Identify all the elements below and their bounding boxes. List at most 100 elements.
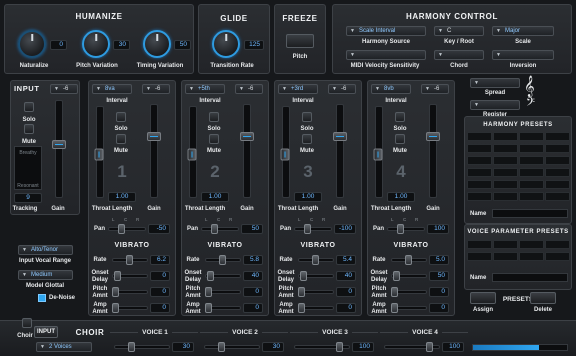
voice-4-rate-thumb[interactable] [405, 255, 412, 265]
harmony-preset-slot[interactable] [545, 144, 570, 153]
model-glottal-dropdown[interactable]: Medium [18, 270, 73, 280]
input-gain-fader[interactable] [52, 140, 66, 149]
voice-4-pan-value[interactable]: 100 [427, 224, 449, 234]
voice-preset-name-field[interactable] [492, 273, 568, 282]
voice-3-throat-value[interactable]: 1.00 [294, 192, 322, 202]
voice-preset-slot[interactable] [545, 240, 570, 249]
timing-variation-value[interactable]: 50 [174, 40, 191, 50]
voice-4-gain-fader[interactable] [426, 132, 440, 141]
footer-voice-1-slider[interactable] [114, 345, 170, 349]
voice-4-onset-thumb[interactable] [393, 271, 400, 281]
voice-4-solo-button[interactable] [395, 112, 405, 122]
naturalize-value[interactable]: 0 [50, 40, 67, 50]
harmony-preset-slot[interactable] [493, 180, 518, 189]
voice-2-gain-fader[interactable] [240, 132, 254, 141]
harmony-preset-slot[interactable] [545, 156, 570, 165]
voice-4-throat-fader[interactable] [373, 148, 383, 161]
timing-variation-knob[interactable] [143, 30, 171, 58]
voice-2-mute-button[interactable] [209, 134, 219, 144]
voice-1-gain-fader[interactable] [147, 132, 161, 141]
footer-voice-1-value[interactable]: 30 [172, 342, 194, 352]
voice-3-gain-track[interactable] [336, 104, 344, 198]
voice-1-pitch-amnt-value[interactable]: 0 [150, 287, 170, 297]
voice-2-gain-track[interactable] [243, 104, 251, 198]
voice-3-rate-value[interactable]: 5.4 [336, 255, 356, 265]
footer-voice-2-tab[interactable]: VOICE 2 [228, 329, 262, 336]
denoise-checkbox[interactable] [38, 294, 46, 302]
voice-3-pan-slider[interactable] [294, 227, 332, 231]
voice-preset-slot[interactable] [545, 252, 570, 261]
input-solo-button[interactable] [24, 102, 34, 112]
voice-2-interval-dropdown[interactable]: +5th [185, 84, 225, 94]
voice-3-interval-dropdown[interactable]: +3rd [278, 84, 318, 94]
voice-2-throat-fader[interactable] [187, 148, 197, 161]
voice-4-gain-top[interactable]: -6 [421, 84, 449, 94]
voice-4-pan-thumb[interactable] [397, 224, 404, 234]
footer-voice-3-value[interactable]: 100 [352, 342, 374, 352]
pitch-variation-knob[interactable] [82, 30, 110, 58]
voice-2-rate-value[interactable]: 5.8 [243, 255, 263, 265]
voice-2-solo-button[interactable] [209, 112, 219, 122]
footer-voice-4-thumb[interactable] [426, 342, 433, 352]
input-gain-track[interactable] [55, 100, 63, 198]
voice-1-interval-dropdown[interactable]: 8va [92, 84, 132, 94]
voice-3-gain-top[interactable]: -6 [328, 84, 356, 94]
footer-voice-2-slider[interactable] [204, 345, 260, 349]
delete-button[interactable] [530, 292, 556, 304]
input-top-value[interactable]: -6 [50, 84, 78, 94]
input-mute-button[interactable] [24, 124, 34, 134]
transition-rate-value[interactable]: 125 [244, 40, 264, 50]
scale-dropdown[interactable]: Major [492, 26, 554, 36]
harmony-preset-slot[interactable] [519, 156, 544, 165]
voice-2-amp-amnt-value[interactable]: 0 [243, 303, 263, 313]
register-dropdown[interactable] [470, 100, 520, 110]
harmony-preset-slot[interactable] [519, 180, 544, 189]
voice-1-throat-fader[interactable] [94, 148, 104, 161]
pitch-variation-value[interactable]: 30 [113, 40, 130, 50]
voice-3-onset-thumb[interactable] [300, 271, 307, 281]
voice-2-amp-amnt-thumb[interactable] [205, 303, 212, 313]
voice-3-gain-fader[interactable] [333, 132, 347, 141]
voice-1-rate-value[interactable]: 6.2 [150, 255, 170, 265]
naturalize-knob[interactable] [18, 30, 46, 58]
midi-velocity-dropdown[interactable] [346, 50, 426, 60]
harmony-preset-slot[interactable] [467, 180, 492, 189]
key-root-dropdown[interactable]: C [434, 26, 484, 36]
voice-4-throat-value[interactable]: 1.00 [387, 192, 415, 202]
master-level-meter[interactable] [472, 344, 568, 351]
voice-1-pan-value[interactable]: -50 [148, 224, 170, 234]
voice-4-pitch-amnt-value[interactable]: 0 [429, 287, 449, 297]
voice-3-amp-amnt-thumb[interactable] [298, 303, 305, 313]
voice-1-throat-value[interactable]: 1.00 [108, 192, 136, 202]
voice-4-interval-dropdown[interactable]: 8vb [371, 84, 411, 94]
voice-preset-slot[interactable] [493, 252, 518, 261]
voice-1-amp-amnt-thumb[interactable] [112, 303, 119, 313]
harmony-preset-slot[interactable] [519, 132, 544, 141]
voice-2-rate-thumb[interactable] [219, 255, 226, 265]
voice-preset-slot[interactable] [519, 240, 544, 249]
voice-preset-slot[interactable] [519, 252, 544, 261]
spread-dropdown[interactable] [470, 78, 520, 88]
voice-2-throat-value[interactable]: 1.00 [201, 192, 229, 202]
voice-3-pitch-amnt-thumb[interactable] [298, 287, 305, 297]
voice-2-pan-thumb[interactable] [211, 224, 218, 234]
harmony-preset-slot[interactable] [493, 168, 518, 177]
harmony-preset-slot[interactable] [545, 132, 570, 141]
chord-dropdown[interactable] [434, 50, 484, 60]
choir-voices-dropdown[interactable]: 2 Voices [36, 342, 92, 352]
inversion-dropdown[interactable] [492, 50, 554, 60]
harmony-preset-slot[interactable] [493, 192, 518, 201]
harmony-preset-slot[interactable] [493, 156, 518, 165]
voice-1-gain-track[interactable] [150, 104, 158, 198]
transition-rate-knob[interactable] [212, 30, 240, 58]
assign-button[interactable] [470, 292, 496, 304]
footer-voice-4-tab[interactable]: VOICE 4 [408, 329, 442, 336]
voice-2-gain-top[interactable]: -6 [235, 84, 263, 94]
harmony-preset-slot[interactable] [467, 132, 492, 141]
harmony-preset-slot[interactable] [545, 168, 570, 177]
voice-1-amp-amnt-value[interactable]: 0 [150, 303, 170, 313]
harmony-preset-slot[interactable] [467, 192, 492, 201]
tracking-value[interactable]: 9 [14, 193, 42, 203]
harmony-preset-slot[interactable] [519, 144, 544, 153]
voice-4-gain-track[interactable] [429, 104, 437, 198]
